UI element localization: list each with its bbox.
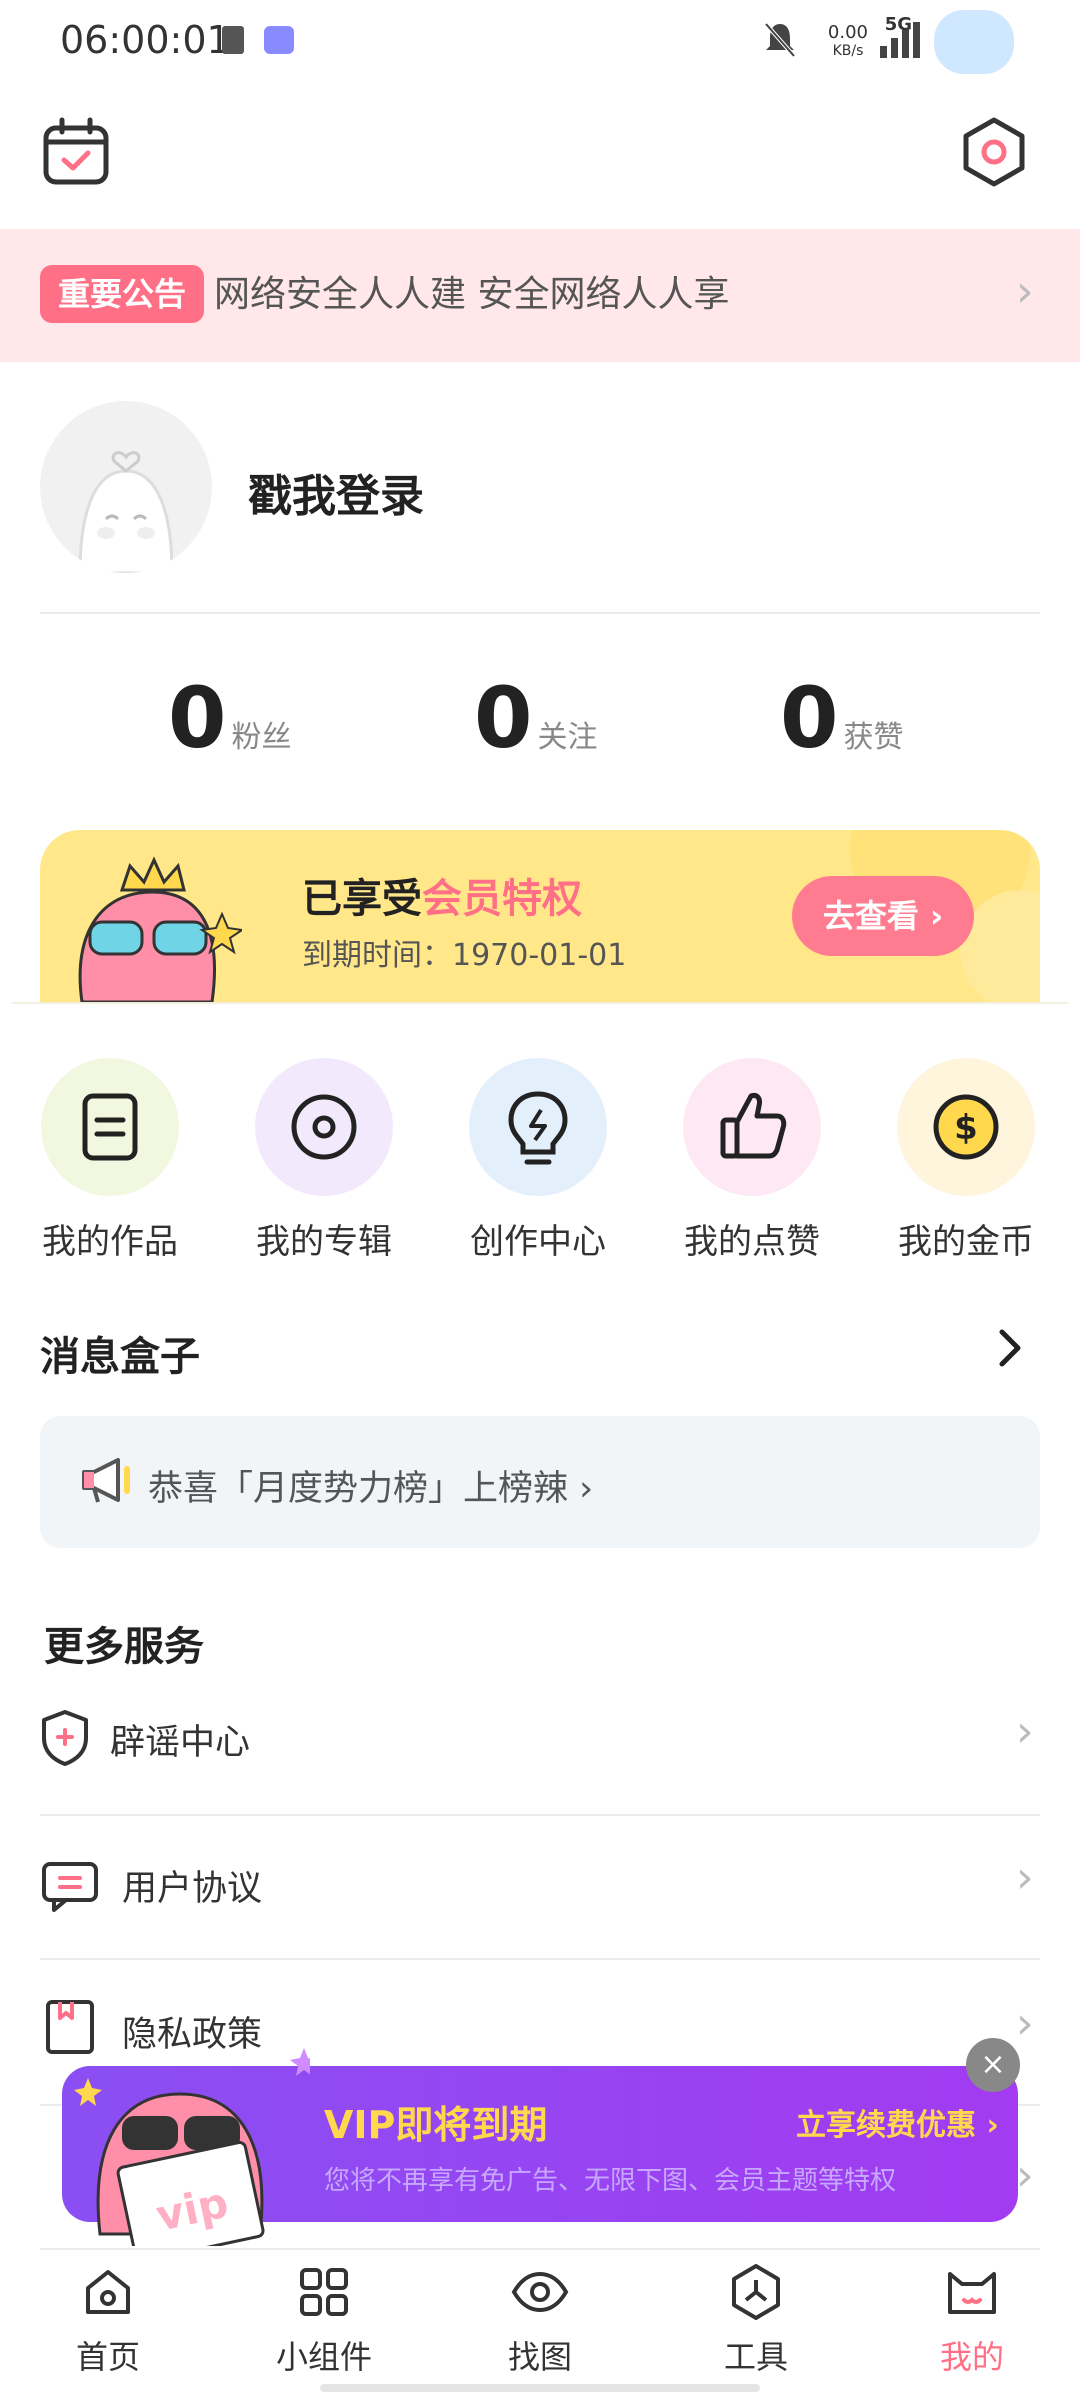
stat-likes[interactable]: 0 获赞 xyxy=(780,676,904,760)
stat-following-label: 关注 xyxy=(537,720,598,755)
service-rumor-center[interactable]: 辟谣中心 › xyxy=(40,1700,1040,1780)
service-divider xyxy=(40,1814,1040,1816)
popup-title: VIP即将到期 xyxy=(324,2103,548,2147)
nav-mine[interactable]: 我的 xyxy=(892,2262,1052,2378)
nav-find-images-label: 找图 xyxy=(507,2338,572,2376)
shortcut-my-albums[interactable]: 我的专辑 xyxy=(234,1058,414,1263)
service-rumor-center-label: 辟谣中心 xyxy=(110,1723,251,1763)
disc-icon xyxy=(255,1058,393,1196)
message-text: 恭喜「月度势力榜」上榜辣 › xyxy=(148,1469,594,1509)
vip-title-prefix: 已享受 xyxy=(302,876,422,922)
shortcut-my-works[interactable]: 我的作品 xyxy=(20,1058,200,1263)
vip-view-button[interactable]: 去查看 › xyxy=(792,876,974,956)
cat-face-icon xyxy=(948,2272,996,2314)
messages-title: 消息盒子 xyxy=(40,1334,200,1380)
home-icon xyxy=(86,2270,130,2314)
vip-card-bottom-line xyxy=(12,1002,1068,1004)
message-text-content: 恭喜「月度势力榜」上榜辣 xyxy=(148,1469,569,1509)
svg-text:$: $ xyxy=(954,1108,978,1148)
widgets-icon xyxy=(300,2268,348,2316)
nav-home[interactable]: 首页 xyxy=(28,2262,188,2378)
coin-icon: $ xyxy=(897,1058,1035,1196)
service-agreement-chevron-icon: › xyxy=(1016,1852,1034,1903)
app-status-icon xyxy=(264,26,294,54)
clipboard-status-icon xyxy=(222,26,244,54)
shortcut-my-coins-label: 我的金币 xyxy=(898,1222,1034,1262)
login-link[interactable]: 戳我登录 xyxy=(248,460,424,524)
shortcut-creation-center[interactable]: 创作中心 xyxy=(448,1058,628,1263)
notice-text[interactable]: 网络安全人人建 安全网络人人享 xyxy=(214,270,729,320)
service-user-agreement-label: 用户协议 xyxy=(122,1869,263,1909)
vip-view-label: 去查看 xyxy=(822,897,919,935)
shortcut-my-likes[interactable]: 我的点赞 xyxy=(662,1058,842,1263)
stat-fans[interactable]: 0 粉丝 xyxy=(168,676,292,760)
service-hidden-chevron-icon: › xyxy=(1016,2150,1034,2201)
settings-hexagon-icon[interactable] xyxy=(958,116,1030,188)
vip-title-highlight: 会员特权 xyxy=(422,876,582,922)
avatar-status-icon xyxy=(934,10,1014,74)
shortcut-my-likes-label: 我的点赞 xyxy=(684,1222,820,1262)
nav-mine-label: 我的 xyxy=(939,2338,1004,2376)
notice-badge: 重要公告 xyxy=(40,265,205,323)
shield-icon xyxy=(40,1708,90,1772)
services-title: 更多服务 xyxy=(44,1624,204,1670)
stat-likes-label: 获赞 xyxy=(843,720,904,755)
shortcut-my-works-label: 我的作品 xyxy=(42,1222,178,1262)
close-icon[interactable]: × xyxy=(966,2038,1020,2092)
net-speed: 0.00 KB/s xyxy=(828,24,868,60)
popup-renew-label: 立享续费优惠 xyxy=(796,2108,976,2143)
status-time: 06:00:01 xyxy=(60,18,231,62)
nav-find-images[interactable]: 找图 xyxy=(460,2262,620,2378)
tools-icon xyxy=(732,2264,780,2320)
stat-fans-label: 粉丝 xyxy=(231,720,292,755)
notice-chevron-icon: › xyxy=(1016,266,1034,317)
net-speed-value: 0.00 xyxy=(827,22,868,43)
stat-likes-value: 0 xyxy=(780,669,839,767)
thumbs-up-icon xyxy=(683,1058,821,1196)
nav-tools-label: 工具 xyxy=(723,2338,788,2376)
vip-mascot-icon xyxy=(62,852,245,1006)
document-icon xyxy=(41,1058,179,1196)
popup-renew-link[interactable]: 立享续费优惠 › xyxy=(796,2100,999,2144)
net-speed-unit: KB/s xyxy=(832,43,864,59)
popup-mascot-icon: vip xyxy=(70,2034,318,2263)
service-rumor-chevron-icon: › xyxy=(1016,1706,1034,1757)
nav-widgets[interactable]: 小组件 xyxy=(244,2262,404,2378)
service-divider xyxy=(40,1958,1040,1960)
calendar-check-icon[interactable] xyxy=(40,116,112,188)
popup-subtitle: 您将不再享有免广告、无限下图、会员主题等特权 xyxy=(324,2166,897,2196)
profile-divider xyxy=(40,612,1040,614)
shortcut-my-albums-label: 我的专辑 xyxy=(256,1222,392,1262)
stat-following-value: 0 xyxy=(474,669,533,767)
shortcut-creation-center-label: 创作中心 xyxy=(470,1222,606,1262)
stat-following[interactable]: 0 关注 xyxy=(474,676,598,760)
signal-icon xyxy=(874,18,926,66)
vip-card-title: 已享受会员特权 xyxy=(302,866,582,924)
nav-tools[interactable]: 工具 xyxy=(676,2262,836,2378)
mute-bell-icon xyxy=(762,20,798,64)
avatar[interactable] xyxy=(40,401,212,573)
stat-fans-value: 0 xyxy=(168,669,227,767)
service-privacy-chevron-icon: › xyxy=(1016,1998,1034,2049)
lightbulb-icon xyxy=(469,1058,607,1196)
nav-widgets-label: 小组件 xyxy=(275,2338,372,2376)
megaphone-icon xyxy=(78,1454,134,1510)
vip-expiry: 到期时间：1970-01-01 xyxy=(302,938,627,973)
service-user-agreement[interactable]: 用户协议 › xyxy=(40,1846,1040,1926)
agreement-icon xyxy=(40,1860,100,1918)
home-indicator[interactable] xyxy=(320,2384,760,2392)
eye-icon xyxy=(511,2271,569,2313)
shortcut-my-coins[interactable]: $ 我的金币 xyxy=(876,1058,1056,1263)
messages-chevron-icon[interactable] xyxy=(996,1326,1024,1374)
nav-home-label: 首页 xyxy=(75,2338,140,2376)
